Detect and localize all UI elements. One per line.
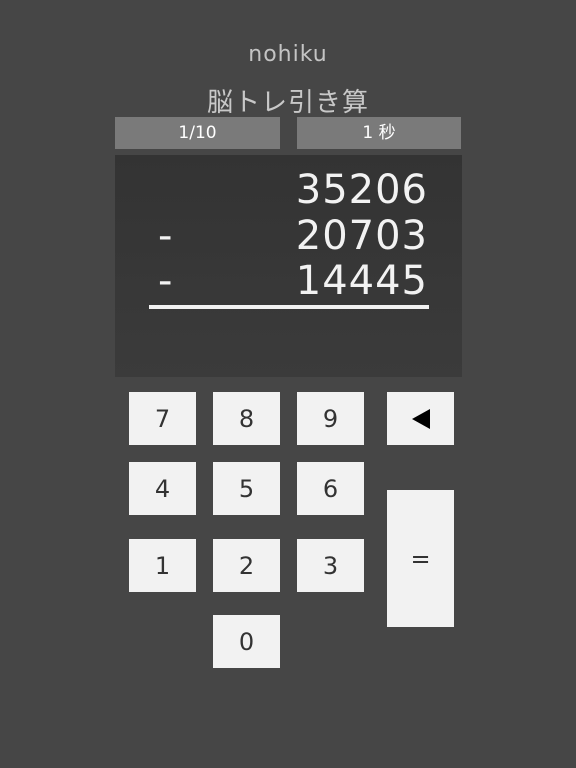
- left-triangle-icon: [411, 408, 430, 429]
- key-2[interactable]: 2: [213, 539, 280, 592]
- equals-button[interactable]: =: [387, 490, 454, 627]
- operand-value: 20703: [295, 213, 428, 259]
- key-4[interactable]: 4: [129, 462, 196, 515]
- key-0[interactable]: 0: [213, 615, 280, 668]
- key-9[interactable]: 9: [297, 392, 364, 445]
- key-5[interactable]: 5: [213, 462, 280, 515]
- problem-row: - 20703: [115, 213, 462, 259]
- operand-value: 14445: [295, 258, 428, 304]
- problem-row: 35206: [115, 167, 462, 213]
- problem-row: - 14445: [115, 258, 462, 304]
- operand-value: 35206: [295, 167, 428, 213]
- question-progress: 1/10: [115, 117, 280, 149]
- problem-panel: 35206 - 20703 - 14445: [115, 155, 462, 377]
- key-8[interactable]: 8: [213, 392, 280, 445]
- sum-line: [149, 305, 429, 309]
- app-subtitle: 脳トレ引き算: [206, 88, 369, 118]
- key-3[interactable]: 3: [297, 539, 364, 592]
- key-7[interactable]: 7: [129, 392, 196, 445]
- operator: -: [158, 213, 173, 259]
- app-name: nohiku: [248, 42, 328, 67]
- backspace-button[interactable]: [387, 392, 454, 445]
- key-6[interactable]: 6: [297, 462, 364, 515]
- timer-display: 1 秒: [297, 117, 461, 149]
- operator: -: [158, 258, 173, 304]
- key-1[interactable]: 1: [129, 539, 196, 592]
